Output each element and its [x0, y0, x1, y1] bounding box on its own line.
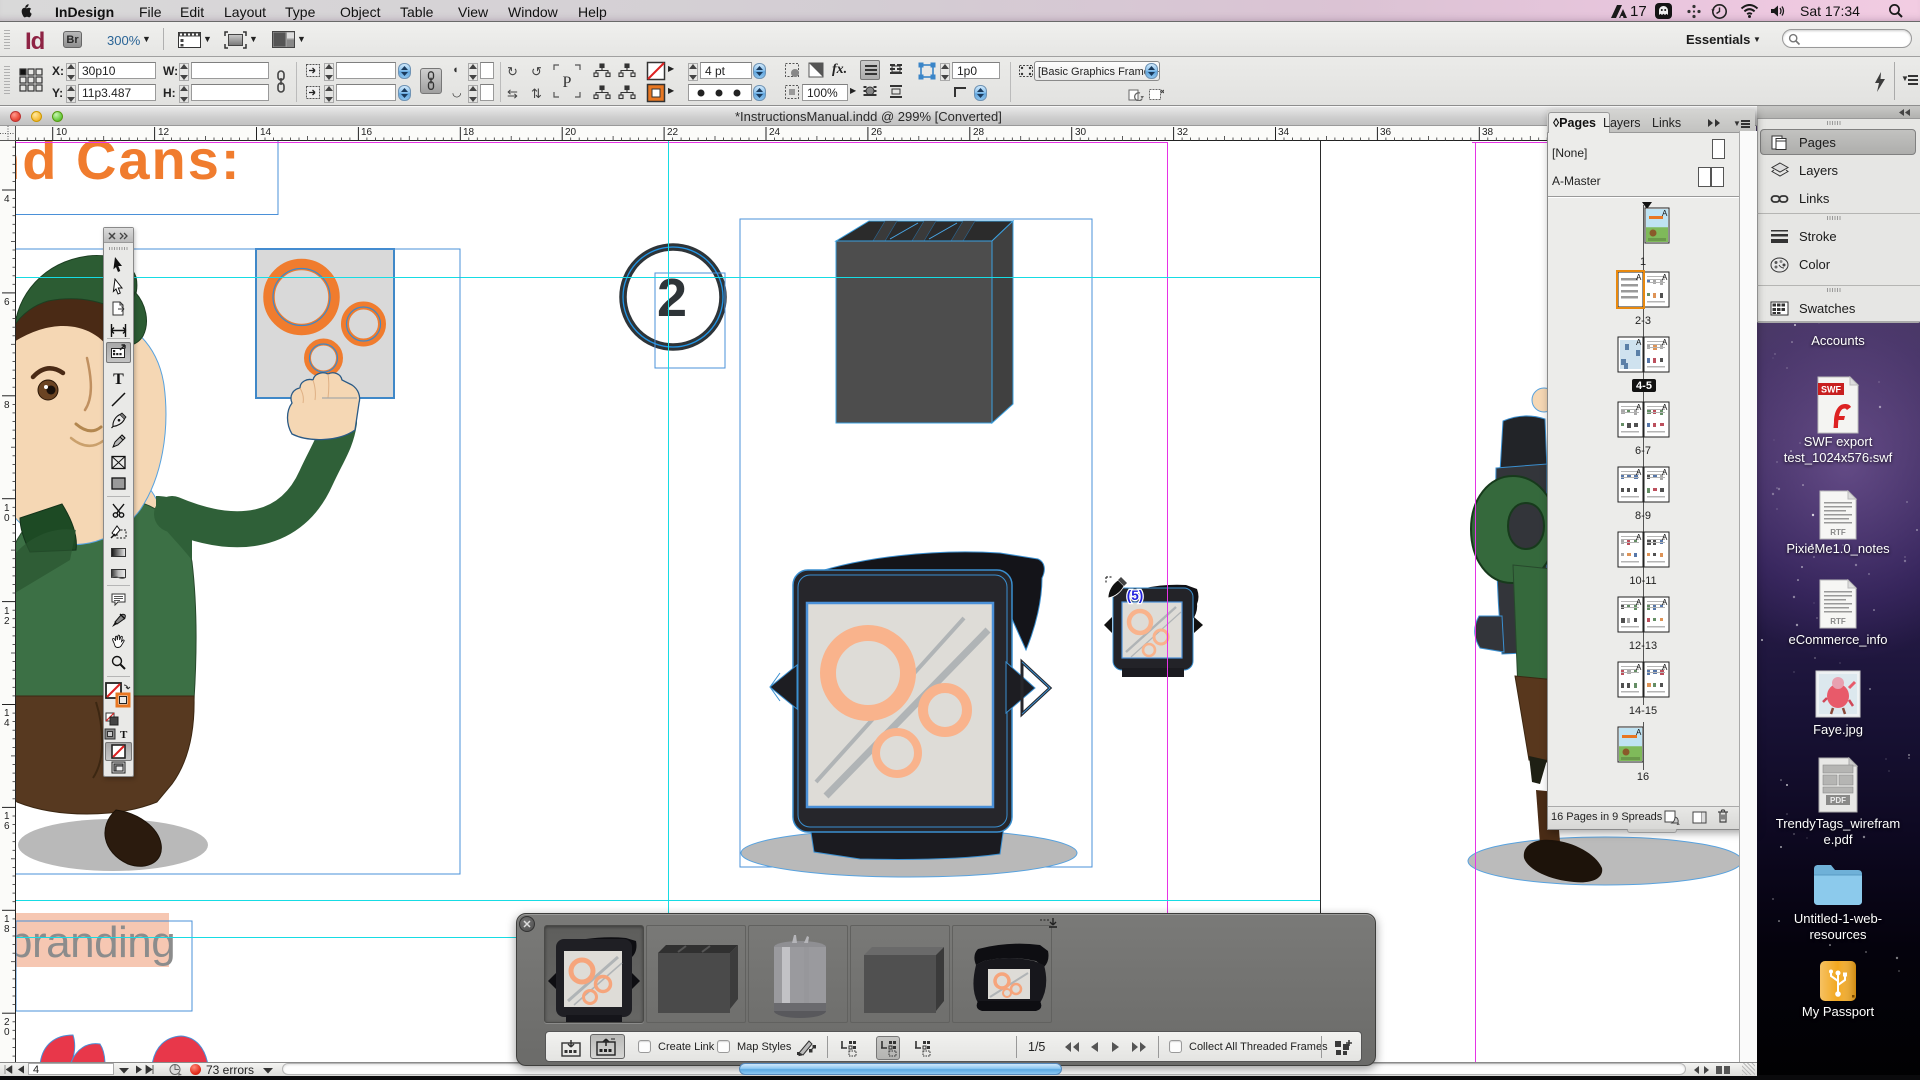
svg-text:RTF: RTF: [1830, 617, 1846, 626]
svg-text:A: A: [1662, 598, 1668, 607]
svg-text:A: A: [1636, 533, 1642, 542]
svg-text:A: A: [1662, 663, 1668, 672]
svg-text:36: 36: [1380, 127, 1392, 138]
svg-text:2-3: 2-3: [1635, 315, 1651, 327]
svg-text:A: A: [1662, 273, 1668, 282]
svg-text:10: 10: [56, 127, 68, 138]
svg-text:A: A: [1662, 468, 1668, 477]
svg-text:28: 28: [973, 127, 985, 138]
svg-text:6: 6: [4, 297, 10, 308]
svg-text:A: A: [1636, 468, 1642, 477]
svg-text:24: 24: [769, 127, 781, 138]
svg-text:A: A: [1636, 663, 1642, 672]
svg-text:A: A: [1662, 403, 1668, 412]
svg-text:38: 38: [1482, 127, 1494, 138]
svg-text:32: 32: [1177, 127, 1189, 138]
svg-text:A: A: [1662, 209, 1668, 218]
svg-text:30: 30: [1075, 127, 1087, 138]
svg-text:SWF: SWF: [1821, 385, 1841, 395]
svg-text:14: 14: [260, 127, 272, 138]
svg-text:T: T: [113, 371, 124, 387]
svg-text:1: 1: [1640, 256, 1646, 268]
svg-text:0: 0: [4, 1027, 10, 1038]
svg-text:branding: branding: [8, 918, 175, 967]
svg-text:34: 34: [1278, 127, 1290, 138]
svg-text:2: 2: [4, 616, 10, 627]
svg-text:20: 20: [565, 127, 577, 138]
svg-text:4: 4: [4, 194, 10, 205]
svg-text:P: P: [563, 74, 572, 91]
svg-text:12: 12: [158, 127, 170, 138]
svg-text:18: 18: [463, 127, 475, 138]
svg-text:A: A: [1636, 273, 1642, 282]
svg-text:A: A: [1636, 338, 1642, 347]
svg-text:A: A: [1636, 403, 1642, 412]
svg-text:0: 0: [4, 513, 10, 524]
svg-text:22: 22: [667, 127, 679, 138]
svg-text:4: 4: [4, 718, 10, 729]
svg-text:8: 8: [4, 924, 10, 935]
svg-text:6-7: 6-7: [1635, 445, 1651, 457]
svg-text:8: 8: [4, 400, 10, 411]
svg-text:T: T: [120, 729, 128, 740]
svg-text:RTF: RTF: [1830, 528, 1846, 537]
svg-text:A: A: [1662, 533, 1668, 542]
svg-text:10-11: 10-11: [1629, 575, 1656, 587]
svg-text:A: A: [1636, 598, 1642, 607]
svg-text:16: 16: [361, 127, 373, 138]
svg-text:8-9: 8-9: [1635, 510, 1651, 522]
svg-text:A: A: [1662, 338, 1668, 347]
svg-text:12-13: 12-13: [1629, 640, 1657, 652]
svg-text:26: 26: [871, 127, 883, 138]
svg-text:4-5: 4-5: [1636, 380, 1652, 392]
svg-text:16: 16: [1637, 771, 1649, 783]
svg-text:6: 6: [4, 821, 10, 832]
svg-text:A: A: [1636, 728, 1642, 737]
svg-text:PDF: PDF: [1830, 796, 1846, 805]
svg-text:(5): (5): [1127, 588, 1144, 603]
svg-text:14-15: 14-15: [1629, 705, 1657, 717]
